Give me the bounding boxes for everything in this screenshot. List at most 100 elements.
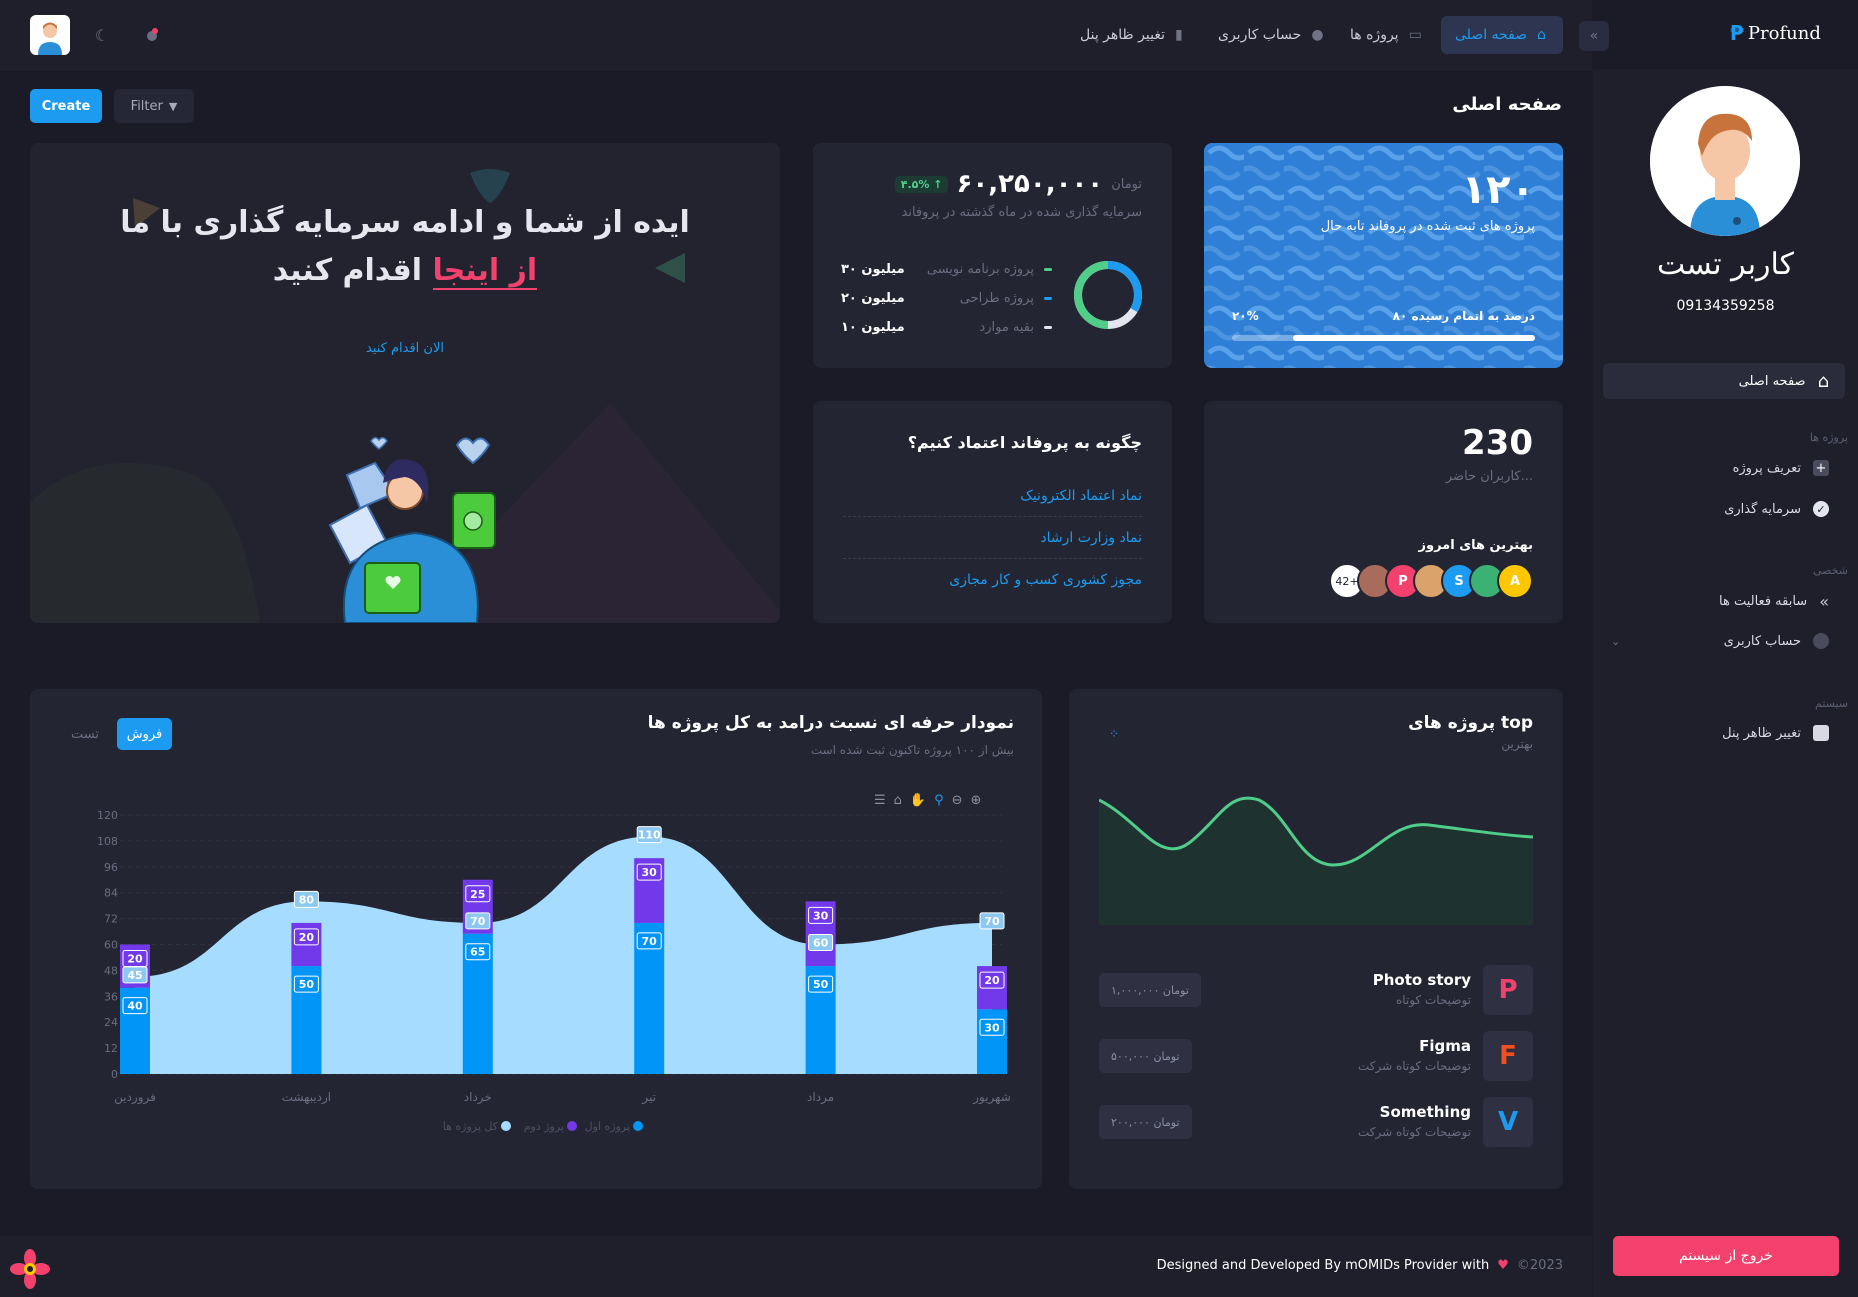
sidebar-section-system: سیستم (1815, 697, 1848, 710)
nav-account[interactable]: حساب کاربری ● (1204, 16, 1338, 54)
trust-title: چگونه به پروفاند اعتماد کنیم؟ (907, 433, 1142, 452)
change-badge: ↑ ۴.۵% (894, 175, 949, 193)
plus-icon: + (1813, 460, 1829, 476)
user-avatar[interactable] (30, 15, 70, 55)
collapse-sidebar-button[interactable]: « (1579, 21, 1609, 51)
legend-label: پروژه طراحی (959, 290, 1034, 306)
home-icon: ⌂ (1537, 27, 1546, 43)
projects-stats-card: ۱۲۰ پروژه های ثبت شده در پروفاند تابه حا… (1204, 143, 1563, 368)
legend-marker (633, 1121, 643, 1131)
data-label: 20 (299, 931, 315, 944)
filter-label: Filter (130, 98, 163, 114)
data-label: 20 (127, 953, 143, 966)
project-item[interactable]: V Something توضیحات کوتاه شرکت ۲۰۰,۰۰۰ ت… (1099, 1097, 1533, 1147)
x-tick-label: فروردین (114, 1090, 156, 1105)
legend-dash (1044, 296, 1052, 300)
y-tick-label: 48 (104, 964, 118, 977)
investment-legend-row: ۱۰ میلیون بقیه موارد (841, 317, 1052, 337)
notification-icon[interactable] (140, 23, 164, 47)
trust-link[interactable]: مجوز کشوری کسب و کار مجازی (843, 560, 1142, 600)
sidebar-item-define-project[interactable]: تعریف پروژه + (1603, 450, 1845, 486)
photo-story-icon: P (1483, 965, 1533, 1015)
create-button[interactable]: Create (30, 89, 102, 123)
footer-credit: Designed and Developed By mOMIDs Provide… (1157, 1258, 1563, 1273)
profile-phone: 09134359258 (1676, 298, 1775, 314)
data-label: 65 (470, 946, 485, 959)
nav-appearance[interactable]: تغییر ظاهر پنل ▮ (1066, 16, 1197, 54)
y-tick-label: 60 (104, 939, 118, 952)
x-tick-label: خرداد (464, 1090, 492, 1105)
sidebar-item-activity-history[interactable]: سابقه فعالیت ها « (1603, 583, 1845, 619)
project-price: ۲۰۰,۰۰۰ تومان (1099, 1105, 1192, 1139)
project-description: توضیحات کوتاه (1395, 993, 1471, 1007)
user-icon: ● (1311, 27, 1324, 43)
nav-home[interactable]: صفحه اصلی ⌂ (1441, 16, 1563, 54)
filter-icon: ▼ (168, 99, 178, 113)
hero-illustration (328, 437, 496, 623)
project-price: ۵۰۰,۰۰۰ تومان (1099, 1039, 1192, 1073)
logout-button[interactable]: خروج از سیستم (1613, 1236, 1839, 1276)
check-circle-icon: ✓ (1813, 501, 1829, 517)
legend-dash (1044, 267, 1052, 271)
investment-legend-row: ۲۰ میلیون پروژه طراحی (841, 288, 1052, 308)
nav-projects-label: پروژه ها (1350, 27, 1399, 43)
investment-amount: ۶۰,۲۵۰,۰۰۰ (956, 169, 1104, 199)
investment-caption: سرمایه گذاری شده در ماه گذشته در پروفاند (901, 205, 1142, 220)
moon-icon[interactable]: ☾ (90, 23, 114, 47)
sidebar-item-account[interactable]: ⌄ حساب کاربری (1603, 623, 1845, 659)
nav-home-label: صفحه اصلی (1455, 27, 1528, 43)
legend-label: پروژ دوم (524, 1120, 564, 1133)
project-item[interactable]: P Photo story توضیحات کوتاه ۱,۰۰۰,۰۰۰ تو… (1099, 965, 1533, 1015)
trust-link[interactable]: نماد اعتماد الکترونیک (843, 476, 1142, 517)
avatar-letter: A (1509, 573, 1521, 589)
trust-link[interactable]: نماد وزارت ارشاد (843, 518, 1142, 559)
legend-marker (567, 1121, 577, 1131)
avatar-group: ASP 42+ (1329, 563, 1533, 599)
best-users-title: بهترین های امروز (1418, 538, 1533, 553)
sidebar-item-appearance[interactable]: تغییر ظاهر پنل (1603, 715, 1845, 751)
legend-value: ۲۰ میلیون (841, 290, 905, 306)
data-label: 50 (813, 978, 829, 991)
sidebar-item-label: حساب کاربری (1723, 633, 1801, 649)
project-item[interactable]: F Figma توضیحات کوتاه شرکت ۵۰۰,۰۰۰ تومان (1099, 1031, 1533, 1081)
sidebar-item-home[interactable]: صفحه اصلی ⌂ (1603, 363, 1845, 399)
sidebar-item-label: تعریف پروژه (1732, 460, 1801, 476)
project-name: Something (1379, 1103, 1471, 1121)
currency-label: تومان (1111, 176, 1142, 192)
footer: Designed and Developed By mOMIDs Provide… (0, 1236, 1592, 1297)
progress-fill (1292, 335, 1535, 341)
top-bar: ☾ تغییر ظاهر پنل ▮ حساب کاربری ● پروژه ه… (0, 0, 1592, 70)
hero-title-line2: از اینجا اقدام کنید (30, 253, 780, 290)
hero-cta-link[interactable]: الان اقدام کنید (30, 341, 780, 356)
filter-button[interactable]: Filter ▼ (114, 89, 194, 123)
avatar-letter: S (1454, 573, 1464, 589)
investment-legend-row: ۳۰ میلیون پروژه برنامه نویسی (841, 259, 1052, 279)
nav-projects[interactable]: پروژه ها ▭ (1336, 16, 1436, 54)
grid-menu-icon[interactable]: ⁘ (1109, 727, 1119, 741)
legend-label: پروژه برنامه نویسی (926, 261, 1034, 277)
data-label: 70 (984, 915, 1000, 928)
brand-logo[interactable]: ₱ Profund (1730, 21, 1821, 45)
data-label: 45 (127, 969, 142, 982)
avatar[interactable]: A (1497, 563, 1533, 599)
sidebar-item-investment[interactable]: سرمایه گذاری ✓ (1603, 491, 1845, 527)
total-projects-area (135, 836, 992, 1074)
x-tick-label: اردیبهشت (282, 1090, 331, 1105)
x-tick-label: شهریور (972, 1090, 1011, 1105)
data-label: 25 (470, 888, 485, 901)
legend-marker (501, 1121, 511, 1131)
data-label: 50 (299, 978, 315, 991)
nav-appearance-label: تغییر ظاهر پنل (1080, 27, 1165, 43)
y-tick-label: 24 (104, 1016, 118, 1029)
footer-credit-text: Designed and Developed By mOMIDs Provide… (1156, 1258, 1490, 1273)
top-projects-title: پروژه های top (1408, 713, 1533, 733)
sidebar: کاربر تست 09134359258 صفحه اصلی ⌂ پروژه … (1593, 69, 1858, 1297)
investment-card: تومان ۶۰,۲۵۰,۰۰۰ ↑ ۴.۵% سرمایه گذاری شده… (813, 143, 1172, 368)
progress-label: ۸۰ درصد به اتمام رسیده (1392, 309, 1535, 323)
footer-year: ©2023 (1516, 1258, 1563, 1273)
y-tick-label: 0 (111, 1068, 118, 1081)
x-tick-label: مرداد (807, 1090, 834, 1105)
data-label: 80 (299, 893, 315, 906)
y-tick-label: 120 (97, 809, 118, 822)
figma-icon: F (1483, 1031, 1533, 1081)
